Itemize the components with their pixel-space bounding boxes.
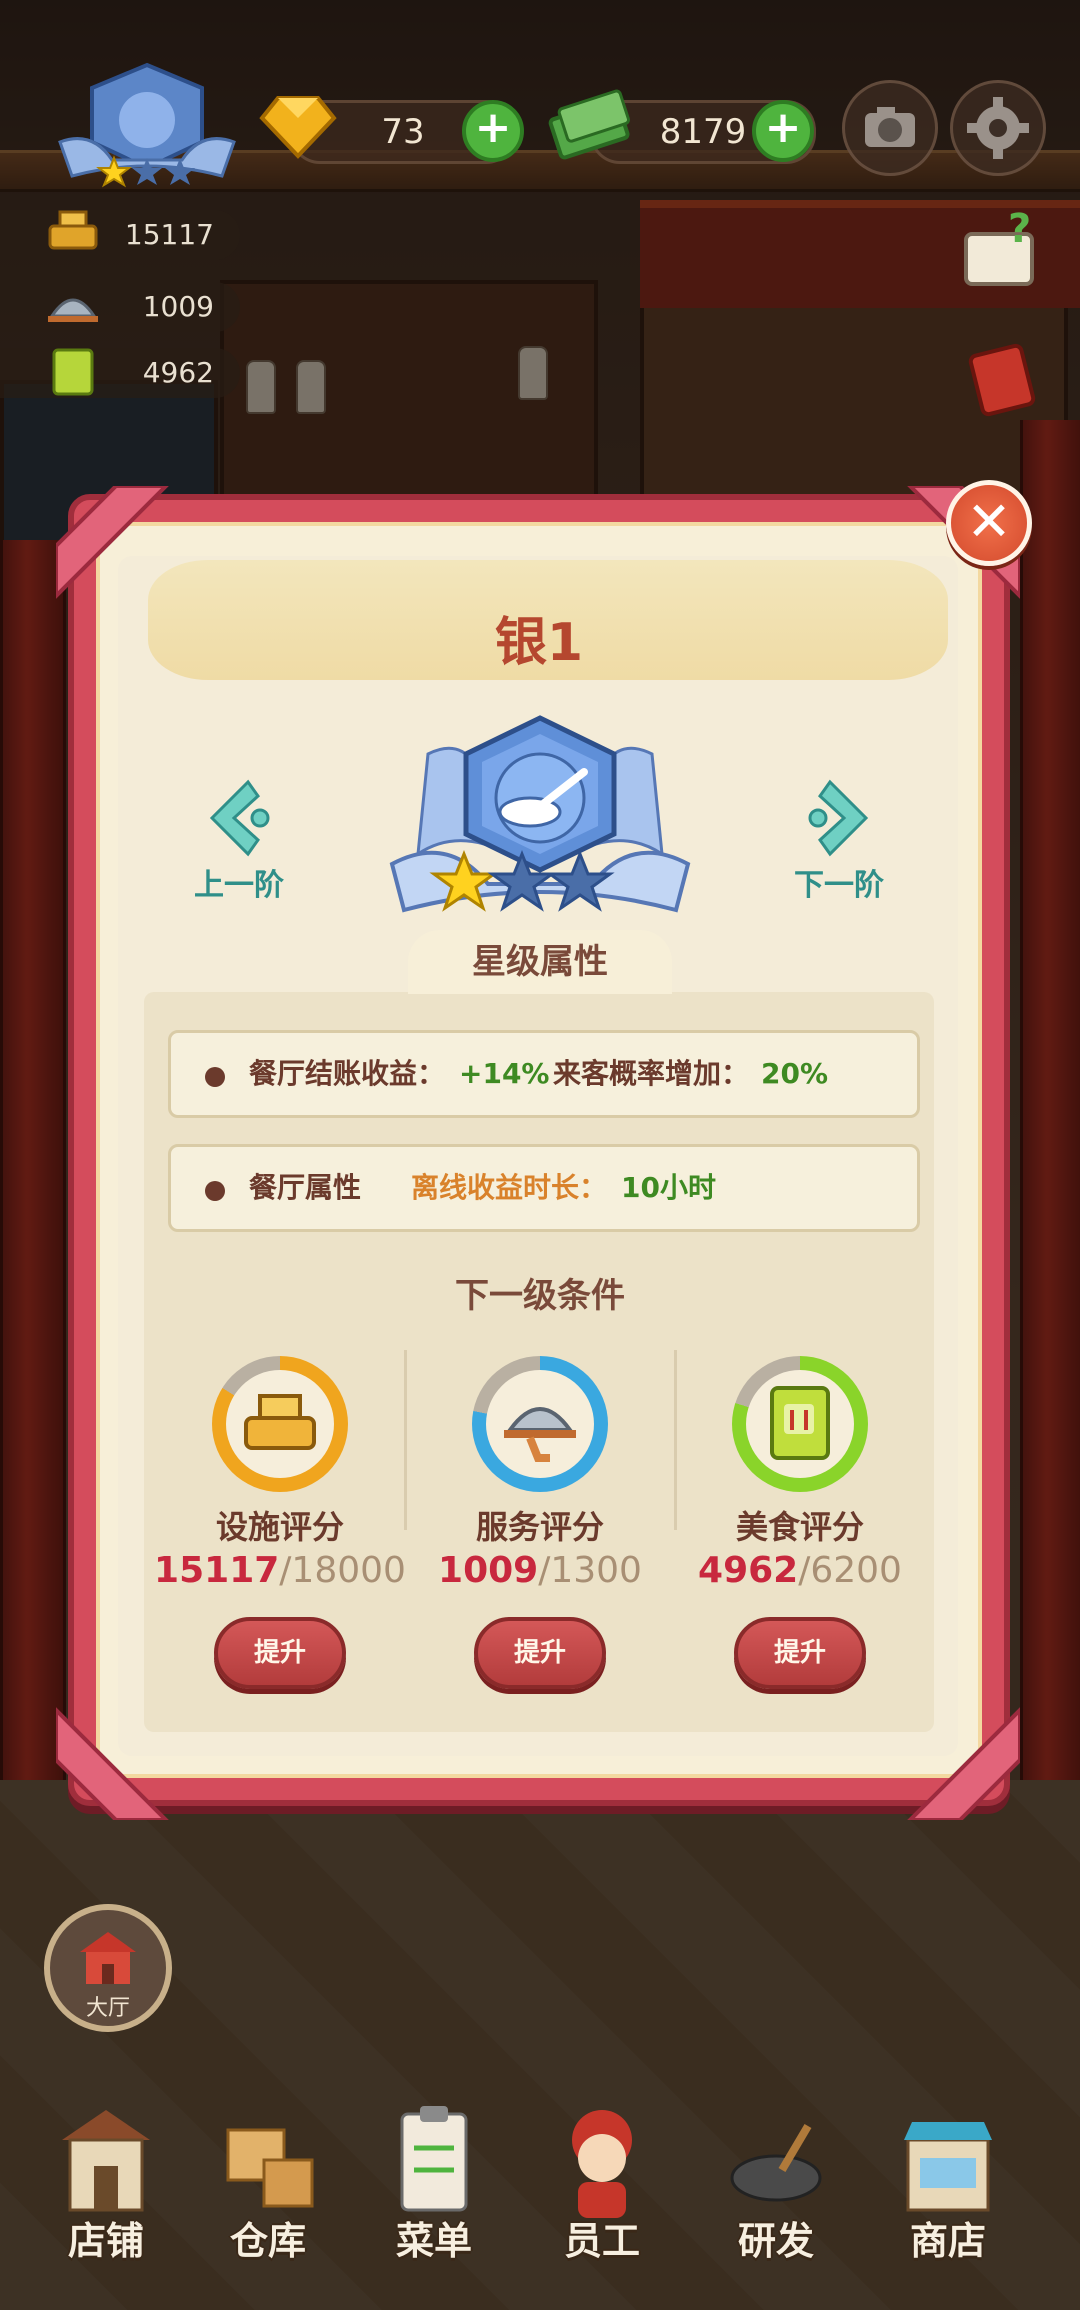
nav-research-button[interactable]: 研发: [696, 2100, 856, 2290]
facility-stat: 15117: [0, 210, 240, 260]
bullet-dot: [205, 1067, 225, 1087]
recipe-book-icon: [52, 348, 94, 396]
facility-score-column: 设施评分 15117/18000 提升: [150, 1356, 410, 1689]
offline-duration-label: 离线收益时长：: [411, 1171, 608, 1204]
attribute-row-revenue: 餐厅结账收益： +14% 来客概率增加： 20%: [168, 1030, 920, 1118]
facility-progress-ring: [212, 1356, 348, 1492]
pot-icon: [244, 1394, 316, 1450]
food-upgrade-button[interactable]: 提升: [734, 1617, 866, 1689]
food-stat-value: 4962: [142, 356, 214, 389]
nav-shop-button[interactable]: 店铺: [26, 2100, 186, 2290]
gem-icon: [259, 96, 337, 159]
service-score-value: 1009/1300: [438, 1550, 642, 1591]
chevron-right-icon[interactable]: [800, 778, 880, 858]
hall-button[interactable]: 大厅: [44, 1904, 172, 2032]
checkout-revenue-label: 餐厅结账收益：: [249, 1057, 446, 1090]
recipe-book-icon: [770, 1386, 830, 1460]
service-progress-ring: [472, 1356, 608, 1492]
nav-store-button[interactable]: 商店: [868, 2100, 1028, 2290]
facility-stat-value: 15117: [124, 218, 214, 251]
svg-text:?: ?: [1008, 208, 1031, 252]
checkout-revenue-value: +14%: [459, 1057, 550, 1090]
service-score-column: 服务评分 1009/1300 提升: [410, 1356, 670, 1689]
close-icon: ✕: [966, 490, 1012, 553]
close-button[interactable]: ✕: [946, 480, 1032, 566]
camera-button[interactable]: [842, 80, 938, 176]
star-attributes-heading: 星级属性: [408, 930, 672, 994]
hall-icon: [80, 1932, 136, 1984]
attribute-row-offline: 餐厅属性 离线收益时长： 10小时: [168, 1144, 920, 1232]
facility-score-label: 设施评分: [215, 1508, 344, 1546]
rank-title: 银1: [494, 613, 584, 673]
next-rank-button[interactable]: 下一阶: [794, 860, 884, 904]
settings-button[interactable]: [950, 80, 1046, 176]
offline-duration-value: 10小时: [621, 1171, 716, 1204]
service-score-label: 服务评分: [475, 1508, 604, 1546]
food-stat: 4962: [0, 348, 240, 398]
rank-badge-icon[interactable]: [52, 60, 242, 190]
hall-label: 大厅: [85, 1996, 130, 2021]
service-upgrade-button[interactable]: 提升: [474, 1617, 606, 1689]
chevron-left-icon[interactable]: [198, 778, 278, 858]
nav-staff-button[interactable]: 员工: [522, 2100, 682, 2290]
food-score-column: 美食评分 4962/6200 提升: [670, 1356, 930, 1689]
gem-count: 73: [381, 112, 425, 152]
service-stat-value: 1009: [142, 290, 214, 323]
nav-research-label: 研发: [737, 2219, 814, 2263]
food-score-value: 4962/6200: [698, 1550, 902, 1591]
nav-menu-label: 菜单: [395, 2219, 472, 2263]
camera-icon: [865, 107, 915, 147]
facility-upgrade-button[interactable]: 提升: [214, 1617, 346, 1689]
cloche-icon: [48, 298, 98, 322]
cash-count: 8179: [659, 112, 747, 152]
cash-icon: [548, 89, 630, 160]
visitor-chance-label: 来客概率增加：: [553, 1057, 750, 1090]
notebook-icon[interactable]: [962, 340, 1042, 420]
corner-ribbon-decoration: [56, 486, 169, 599]
add-cash-button[interactable]: +: [752, 100, 814, 162]
next-level-heading: 下一级条件: [455, 1276, 625, 1316]
prev-rank-button[interactable]: 上一阶: [194, 860, 284, 904]
food-progress-ring: [732, 1356, 868, 1492]
bullet-dot: [205, 1181, 225, 1201]
nav-shop-label: 店铺: [67, 2219, 144, 2263]
nav-warehouse-button[interactable]: 仓库: [188, 2100, 348, 2290]
pot-icon: [48, 210, 98, 250]
nav-staff-label: 员工: [563, 2219, 640, 2263]
facility-score-value: 15117/18000: [154, 1550, 406, 1591]
restaurant-attribute-label: 餐厅属性: [249, 1171, 362, 1204]
silver-rank-badge-icon: [389, 715, 691, 913]
cloche-icon: [504, 1407, 576, 1462]
help-book-icon[interactable]: ?: [956, 208, 1046, 298]
service-stat: 1009: [0, 282, 240, 332]
add-gems-button[interactable]: +: [462, 100, 524, 162]
food-score-label: 美食评分: [735, 1508, 864, 1546]
gear-icon: [967, 97, 1029, 159]
nav-warehouse-label: 仓库: [229, 2219, 306, 2263]
visitor-chance-value: 20%: [761, 1057, 829, 1090]
nav-store-label: 商店: [909, 2219, 986, 2263]
nav-menu-button[interactable]: 菜单: [354, 2100, 514, 2290]
